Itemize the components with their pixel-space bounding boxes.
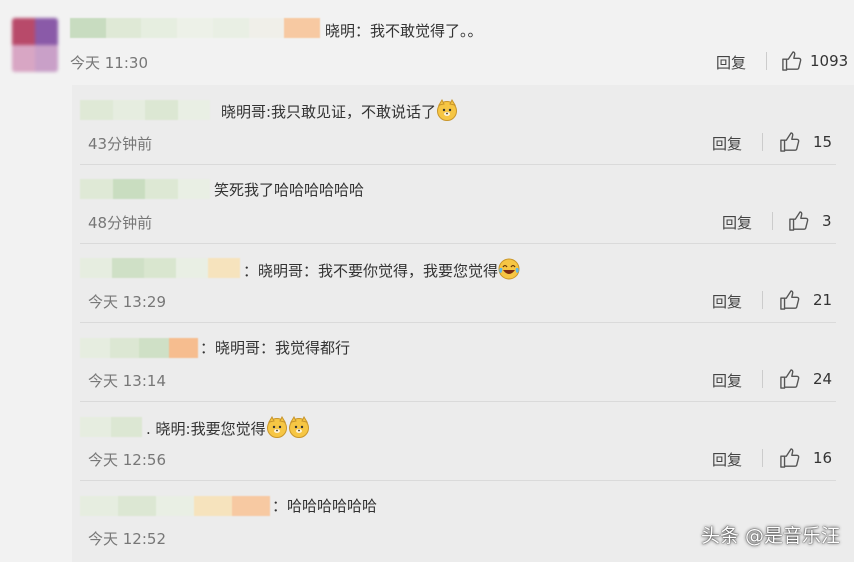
comment-text: 晓明：我不敢觉得了。。 <box>325 22 483 40</box>
username-blurred[interactable] <box>80 417 142 437</box>
laugh-cry-icon <box>498 258 520 280</box>
username-blurred[interactable] <box>80 496 270 516</box>
comment-time: 今天 11:30 <box>70 54 148 72</box>
username-blurred[interactable] <box>70 18 321 38</box>
divider <box>766 52 767 70</box>
reply-time: 43分钟前 <box>88 135 153 153</box>
reply-text: ：晓明哥：我不要你觉得，我要您觉得 <box>243 258 520 281</box>
divider <box>762 133 763 151</box>
divider <box>762 370 763 388</box>
row-divider <box>80 243 836 244</box>
like-count: 3 <box>822 212 832 230</box>
thumbs-up-icon[interactable] <box>779 448 801 468</box>
reply-button[interactable]: 回复 <box>712 449 742 470</box>
reply-button[interactable]: 回复 <box>716 52 746 73</box>
reply-button[interactable]: 回复 <box>712 133 742 154</box>
divider <box>762 291 763 309</box>
like-count: 15 <box>813 133 833 151</box>
reply-button[interactable]: 回复 <box>722 212 752 233</box>
reply-button[interactable]: 回复 <box>712 291 742 312</box>
avatar[interactable] <box>12 18 58 72</box>
thumbs-up-icon[interactable] <box>781 51 803 71</box>
row-divider <box>80 401 836 402</box>
like-count: 1093 <box>810 52 849 70</box>
like-count: 21 <box>813 291 833 309</box>
thumbs-up-icon[interactable] <box>779 132 801 152</box>
reply-time: 今天 13:29 <box>88 293 166 311</box>
doge-icon <box>288 416 309 438</box>
reply-text: ：晓明哥：我觉得都行 <box>200 339 351 357</box>
reply-time: 今天 12:52 <box>88 530 166 548</box>
thumbs-up-icon[interactable] <box>788 211 810 231</box>
like-count: 24 <box>813 370 833 388</box>
reply-time: 48分钟前 <box>88 214 153 232</box>
like-count: 16 <box>813 449 833 467</box>
username-blurred[interactable] <box>80 338 198 358</box>
reply-text: 笑死我了哈哈哈哈哈哈 <box>214 181 365 199</box>
row-divider <box>80 322 836 323</box>
username-blurred[interactable] <box>80 258 240 278</box>
watermark: 头条 @是音乐汪 <box>700 525 840 547</box>
reply-button[interactable]: 回复 <box>712 370 742 391</box>
thumbs-up-icon[interactable] <box>779 290 801 310</box>
divider <box>762 449 763 467</box>
reply-text: . 晓明:我要您觉得 <box>146 416 310 439</box>
row-divider <box>80 164 836 165</box>
thumbs-up-icon[interactable] <box>779 369 801 389</box>
username-blurred[interactable] <box>80 179 210 199</box>
reply-text: ：哈哈哈哈哈哈 <box>272 497 378 515</box>
reply-time: 今天 12:56 <box>88 451 166 469</box>
reply-text: 晓明哥:我只敢见证，不敢说话了 <box>221 99 458 122</box>
username-blurred[interactable] <box>80 100 210 120</box>
reply-time: 今天 13:14 <box>88 372 166 390</box>
replies-panel <box>72 85 854 562</box>
doge-icon <box>437 99 458 121</box>
row-divider <box>80 480 836 481</box>
doge-icon <box>266 416 287 438</box>
divider <box>772 212 773 230</box>
